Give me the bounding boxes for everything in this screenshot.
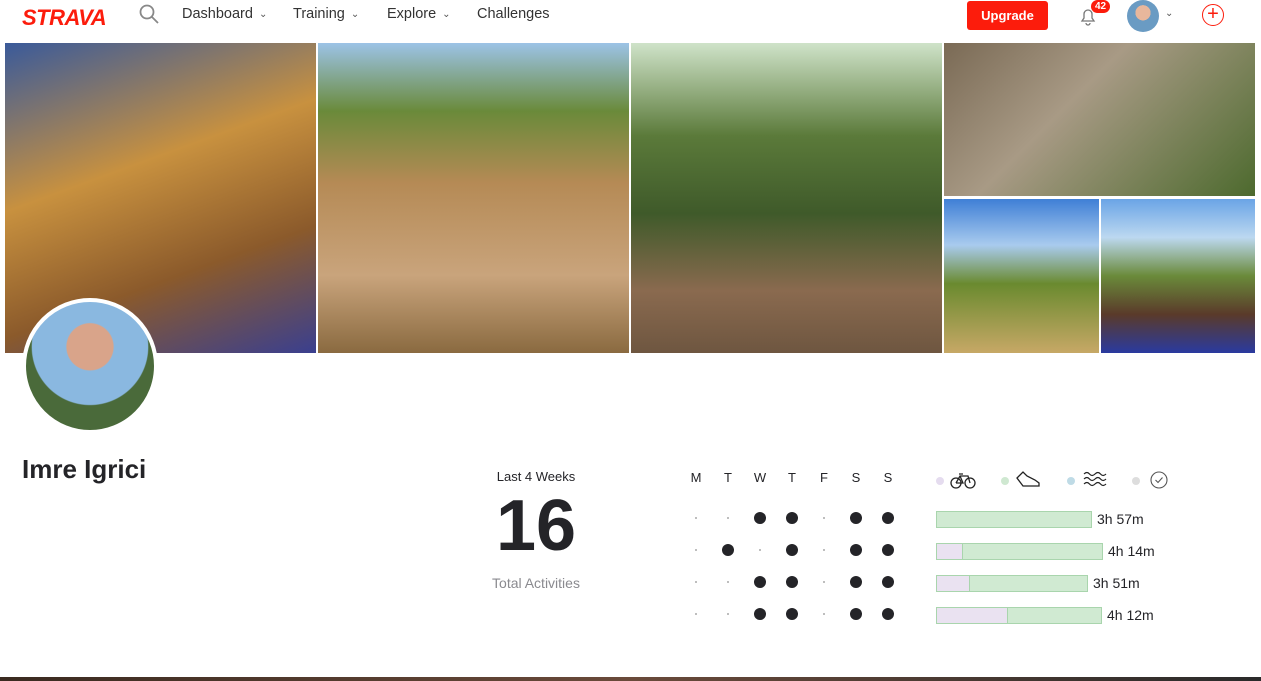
activity-dot[interactable]: [850, 608, 862, 620]
weekday-label: F: [820, 470, 828, 485]
empty-day-dot: [695, 517, 697, 519]
notification-badge: 42: [1091, 0, 1111, 13]
chevron-down-icon: ⌄: [350, 8, 360, 20]
weekday-label: S: [883, 470, 893, 485]
empty-day-dot: [727, 517, 729, 519]
week-time-label: 3h 57m: [1097, 511, 1144, 527]
cover-photo[interactable]: [318, 43, 629, 353]
total-activities-count: 16: [495, 486, 577, 566]
nav-challenges[interactable]: Challenges: [477, 6, 550, 22]
add-activity-icon[interactable]: +: [1202, 4, 1224, 26]
nav-label: Dashboard: [182, 6, 253, 22]
ride-segment: [937, 544, 964, 559]
nav-explore[interactable]: Explore ⌄: [387, 6, 451, 22]
cover-photo[interactable]: [1101, 199, 1255, 353]
activity-dot[interactable]: [786, 544, 798, 556]
nav-dashboard[interactable]: Dashboard ⌄: [182, 6, 267, 22]
stats-period: Last 4 Weeks: [496, 469, 576, 484]
upgrade-button[interactable]: Upgrade: [967, 1, 1048, 30]
activity-dot[interactable]: [722, 544, 734, 556]
empty-day-dot: [695, 549, 697, 551]
weekday-label: M: [690, 470, 702, 485]
activity-dot[interactable]: [850, 512, 862, 524]
empty-day-dot: [823, 549, 825, 551]
empty-day-dot: [759, 549, 761, 551]
week-time-bar[interactable]: [936, 543, 1103, 560]
cover-photo[interactable]: [944, 199, 1099, 353]
chevron-down-icon: ⌄: [442, 8, 451, 20]
weekday-label: W: [753, 470, 767, 485]
activity-dot[interactable]: [754, 576, 766, 588]
activity-dot[interactable]: [786, 608, 798, 620]
nav-label: Explore: [387, 6, 437, 22]
week-time-label: 4h 12m: [1107, 607, 1154, 623]
swim-icon[interactable]: [1083, 471, 1107, 487]
week-time-bar[interactable]: [936, 575, 1088, 592]
activity-dot[interactable]: [850, 576, 862, 588]
chevron-down-icon: ⌄: [258, 8, 268, 20]
nav-label: Training: [293, 6, 345, 22]
activity-dot[interactable]: [882, 512, 894, 524]
weekday-label: T: [788, 470, 796, 485]
empty-day-dot: [727, 613, 729, 615]
activity-dot[interactable]: [882, 576, 894, 588]
ride-legend-dot: [936, 477, 944, 485]
cover-photo[interactable]: [944, 43, 1255, 196]
clock-icon[interactable]: [1150, 471, 1168, 489]
empty-day-dot: [823, 613, 825, 615]
activity-dot[interactable]: [786, 512, 798, 524]
profile-avatar[interactable]: [22, 298, 158, 434]
week-time-label: 3h 51m: [1093, 575, 1140, 591]
athlete-name: Imre Igrici: [22, 454, 147, 484]
empty-day-dot: [727, 581, 729, 583]
total-activities-label: Total Activities: [492, 575, 580, 591]
activity-dot[interactable]: [850, 544, 862, 556]
swim-legend-dot: [1067, 477, 1075, 485]
ride-segment: [937, 576, 970, 591]
shoe-icon[interactable]: [1015, 470, 1041, 488]
empty-day-dot: [823, 517, 825, 519]
chevron-down-icon[interactable]: ⌄: [1165, 8, 1173, 19]
activity-dot[interactable]: [754, 512, 766, 524]
feed-preview-strip: [0, 677, 1261, 681]
user-avatar[interactable]: [1127, 0, 1159, 32]
activity-dot[interactable]: [882, 608, 894, 620]
bike-icon[interactable]: [950, 471, 976, 489]
other-legend-dot: [1132, 477, 1140, 485]
ride-segment: [937, 608, 1008, 623]
empty-day-dot: [823, 581, 825, 583]
cover-photo[interactable]: [5, 43, 316, 353]
run-legend-dot: [1001, 477, 1009, 485]
nav-label: Challenges: [477, 6, 550, 22]
week-time-label: 4h 14m: [1108, 543, 1155, 559]
strava-logo[interactable]: STRAVA: [22, 5, 107, 31]
cover-photo[interactable]: [631, 43, 942, 353]
activity-dot[interactable]: [882, 544, 894, 556]
empty-day-dot: [695, 613, 697, 615]
search-icon[interactable]: [139, 4, 159, 24]
nav-training[interactable]: Training ⌄: [293, 6, 359, 22]
activity-dot[interactable]: [754, 608, 766, 620]
weekday-label: T: [724, 470, 732, 485]
week-time-bar[interactable]: [936, 511, 1092, 528]
weekday-label: S: [851, 470, 861, 485]
empty-day-dot: [695, 581, 697, 583]
activity-dot[interactable]: [786, 576, 798, 588]
week-time-bar[interactable]: [936, 607, 1102, 624]
top-nav: STRAVA Dashboard ⌄ Training ⌄ Explore ⌄ Cha…: [0, 0, 1261, 42]
